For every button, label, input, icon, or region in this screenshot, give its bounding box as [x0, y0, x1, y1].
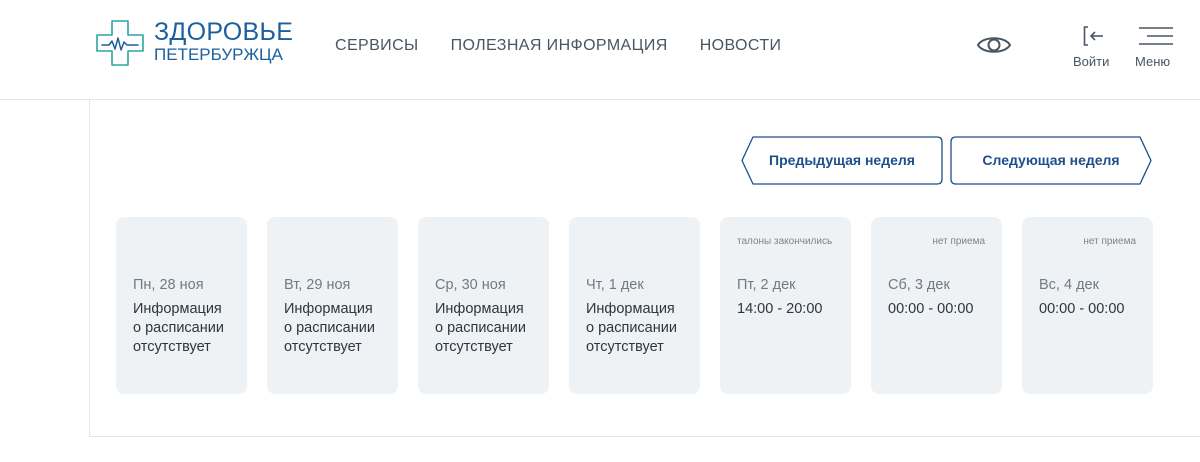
logo-title: ЗДОРОВЬЕ: [154, 18, 294, 46]
day-date: Пн, 28 ноя: [133, 277, 204, 293]
day-card-sat[interactable]: нет приема Сб, 3 дек 00:00 - 00:00: [871, 217, 1002, 394]
nav-item-services[interactable]: СЕРВИСЫ: [335, 36, 419, 56]
day-info: 14:00 - 20:00: [737, 301, 823, 317]
eye-icon: [976, 37, 1012, 53]
day-info: Информация о расписании отсутствует: [435, 301, 526, 355]
day-date: Вт, 29 ноя: [284, 277, 351, 293]
main-nav: СЕРВИСЫ ПОЛЕЗНАЯ ИНФОРМАЦИЯ НОВОСТИ: [335, 36, 781, 56]
day-date: Сб, 3 дек: [888, 277, 950, 293]
day-info: Информация о расписании отсутствует: [133, 301, 224, 355]
day-card-fri[interactable]: талоны закончились Пт, 2 дек 14:00 - 20:…: [720, 217, 851, 394]
next-week-label: Следующая неделя: [982, 152, 1120, 168]
logo-subtitle: ПЕТЕРБУРЖЦА: [154, 45, 283, 64]
day-card-thu[interactable]: Чт, 1 дек Информация о расписании отсутс…: [569, 217, 700, 394]
sign-in-icon: [1083, 26, 1103, 46]
day-note: нет приема: [932, 236, 985, 247]
login-label: Войти: [1073, 54, 1110, 69]
nav-item-useful-info[interactable]: ПОЛЕЗНАЯ ИНФОРМАЦИЯ: [451, 36, 668, 56]
day-card-wed[interactable]: Ср, 30 ноя Информация о расписании отсут…: [418, 217, 549, 394]
day-date: Пт, 2 дек: [737, 277, 796, 293]
day-info: Информация о расписании отсутствует: [284, 301, 375, 355]
day-info: 00:00 - 00:00: [1039, 301, 1125, 317]
day-date: Чт, 1 дек: [586, 277, 644, 293]
login-button[interactable]: Войти: [1068, 25, 1118, 71]
menu-button[interactable]: Меню: [1132, 25, 1178, 71]
day-card-tue[interactable]: Вт, 29 ноя Информация о расписании отсут…: [267, 217, 398, 394]
day-info: Информация о расписании отсутствует: [586, 301, 677, 355]
day-date: Ср, 30 ноя: [435, 277, 506, 293]
site-logo[interactable]: ЗДОРОВЬЕ ПЕТЕРБУРЖЦА: [96, 17, 296, 69]
site-header: ЗДОРОВЬЕ ПЕТЕРБУРЖЦА СЕРВИСЫ ПОЛЕЗНАЯ ИН…: [0, 0, 1200, 100]
next-week-button[interactable]: Следующая неделя: [950, 136, 1152, 185]
day-note: талоны закончились: [737, 236, 833, 247]
day-card-sun[interactable]: нет приема Вс, 4 дек 00:00 - 00:00: [1022, 217, 1153, 394]
day-note: нет приема: [1083, 236, 1136, 247]
prev-week-button[interactable]: Предыдущая неделя: [741, 136, 943, 185]
day-date: Вс, 4 дек: [1039, 277, 1099, 293]
day-info: 00:00 - 00:00: [888, 301, 974, 317]
nav-item-news[interactable]: НОВОСТИ: [700, 36, 782, 56]
medical-cross-icon: [96, 20, 144, 66]
accessibility-button[interactable]: [976, 32, 1012, 58]
day-card-mon[interactable]: Пн, 28 ноя Информация о расписании отсут…: [116, 217, 247, 394]
hamburger-icon: [1139, 27, 1173, 45]
prev-week-label: Предыдущая неделя: [769, 152, 915, 168]
menu-label: Меню: [1135, 54, 1171, 69]
